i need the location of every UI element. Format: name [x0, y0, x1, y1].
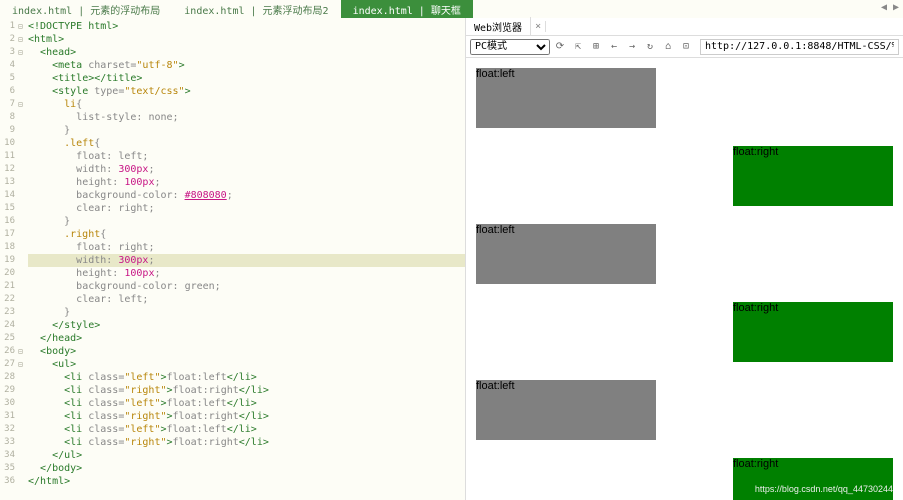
tab-bar: index.html | 元素的浮动布局index.html | 元素浮动布局2…: [0, 0, 903, 18]
float-box-left: float:left: [476, 68, 656, 128]
close-icon[interactable]: ×: [531, 21, 546, 32]
toolbar-icon[interactable]: ⊡: [678, 39, 694, 55]
toolbar-icon[interactable]: ←: [606, 39, 622, 55]
toolbar-icon[interactable]: ↻: [642, 39, 658, 55]
toolbar-icon[interactable]: ⟳: [552, 39, 568, 55]
code-editor[interactable]: 1234567891011121314151617181920212223242…: [0, 18, 466, 500]
fold-gutter[interactable]: ⊟⊟⊟ ⊟ ⊟⊟: [18, 18, 28, 500]
code-area[interactable]: <!DOCTYPE html><html> <head> <meta chars…: [28, 18, 465, 500]
render-area: float:left float:right float:left float:rig…: [466, 58, 903, 500]
preview-tab-bar: Web浏览器 ×: [466, 18, 903, 36]
file-tab[interactable]: index.html | 元素浮动布局2: [172, 0, 340, 18]
preview-tab[interactable]: Web浏览器: [466, 17, 531, 36]
watermark: https://blog.csdn.net/qq_44730244: [755, 484, 893, 494]
file-tab[interactable]: index.html | 聊天框: [341, 0, 473, 18]
preview-pane: Web浏览器 × PC模式 ⟳⇱⊞←→↻⌂⊡ float:left float:r…: [466, 18, 903, 500]
toolbar-icon[interactable]: ⌂: [660, 39, 676, 55]
tab-nav-arrows[interactable]: ◀ ▶: [877, 0, 903, 18]
float-box-right: float:right: [733, 302, 893, 362]
float-box-left: float:left: [476, 380, 656, 440]
browser-toolbar: PC模式 ⟳⇱⊞←→↻⌂⊡: [466, 36, 903, 58]
float-box-right: float:right: [733, 146, 893, 206]
file-tab[interactable]: index.html | 元素的浮动布局: [0, 0, 172, 18]
toolbar-icon[interactable]: →: [624, 39, 640, 55]
float-box-left: float:left: [476, 224, 656, 284]
toolbar-icon[interactable]: ⇱: [570, 39, 586, 55]
mode-select[interactable]: PC模式: [470, 39, 550, 55]
line-gutter: 1234567891011121314151617181920212223242…: [0, 18, 18, 500]
url-input[interactable]: [700, 39, 899, 55]
toolbar-icon[interactable]: ⊞: [588, 39, 604, 55]
